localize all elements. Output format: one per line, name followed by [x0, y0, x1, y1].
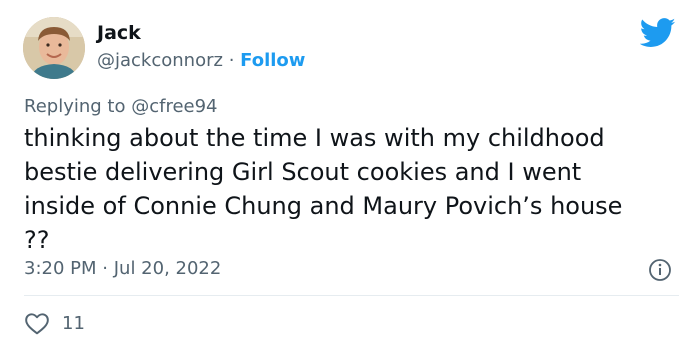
tweet-line: bestie delivering Girl Scout cookies and… — [24, 158, 582, 186]
tweet-line: thinking about the time I was with my ch… — [24, 124, 605, 152]
info-icon[interactable] — [648, 258, 672, 282]
separator: · — [102, 258, 108, 279]
follow-button[interactable]: Follow — [240, 50, 305, 71]
separator: · — [228, 50, 235, 71]
user-handle[interactable]: @jackconnorz — [97, 50, 223, 71]
avatar[interactable] — [23, 17, 85, 79]
reply-handle[interactable]: @cfree94 — [131, 96, 217, 117]
divider — [24, 295, 679, 296]
heart-icon — [25, 313, 49, 335]
twitter-bird-icon[interactable] — [640, 18, 676, 48]
handle-line: @jackconnorz · Follow — [97, 50, 305, 71]
tweet-text: thinking about the time I was with my ch… — [24, 121, 684, 257]
reply-context: Replying to @cfree94 — [24, 96, 218, 117]
like-button[interactable]: 11 — [24, 311, 85, 335]
avatar-image — [23, 17, 85, 79]
tweet-time: 3:20 PM — [24, 258, 97, 279]
tweet-line: inside of Connie Chung and Maury Povich’… — [24, 192, 623, 220]
reply-prefix: Replying to — [24, 96, 126, 117]
like-count: 11 — [62, 312, 85, 334]
tweet-timestamp[interactable]: 3:20 PM · Jul 20, 2022 — [24, 258, 221, 279]
display-name[interactable]: Jack — [97, 22, 141, 44]
tweet-date: Jul 20, 2022 — [113, 258, 222, 279]
tweet-line: ?? — [24, 226, 50, 254]
